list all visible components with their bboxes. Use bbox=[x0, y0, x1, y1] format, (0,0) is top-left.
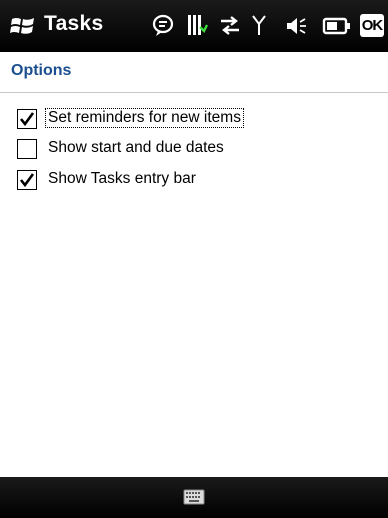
show-entry-bar-label[interactable]: Show Tasks entry bar bbox=[46, 170, 198, 188]
checkmark-icon bbox=[19, 112, 35, 127]
option-show-entry-bar[interactable]: Show Tasks entry bar bbox=[17, 169, 377, 195]
page-title: Options bbox=[11, 62, 72, 79]
set-reminders-checkbox[interactable] bbox=[17, 109, 37, 129]
page-header: Options bbox=[0, 52, 388, 93]
option-show-dates[interactable]: Show start and due dates bbox=[17, 138, 377, 164]
soft-key-bar bbox=[0, 477, 388, 518]
battery-icon[interactable] bbox=[322, 13, 352, 39]
show-dates-checkbox[interactable] bbox=[17, 139, 37, 159]
notification-bubble-icon[interactable] bbox=[150, 13, 176, 39]
show-entry-bar-checkbox[interactable] bbox=[17, 170, 37, 190]
option-set-reminders[interactable]: Set reminders for new items bbox=[17, 108, 377, 134]
data-connection-icon[interactable] bbox=[218, 13, 242, 39]
windows-start-icon[interactable] bbox=[10, 15, 36, 37]
title-bar: Tasks OK bbox=[0, 0, 388, 52]
set-reminders-label[interactable]: Set reminders for new items bbox=[45, 108, 244, 128]
keyboard-icon[interactable] bbox=[183, 487, 205, 507]
ok-button[interactable]: OK bbox=[360, 14, 384, 37]
battery-status-icon[interactable] bbox=[186, 13, 208, 39]
show-dates-label[interactable]: Show start and due dates bbox=[46, 139, 226, 157]
signal-strength-icon[interactable] bbox=[250, 13, 268, 39]
speaker-volume-icon[interactable] bbox=[284, 13, 308, 39]
app-title: Tasks bbox=[44, 12, 104, 35]
checkmark-icon bbox=[19, 173, 35, 188]
